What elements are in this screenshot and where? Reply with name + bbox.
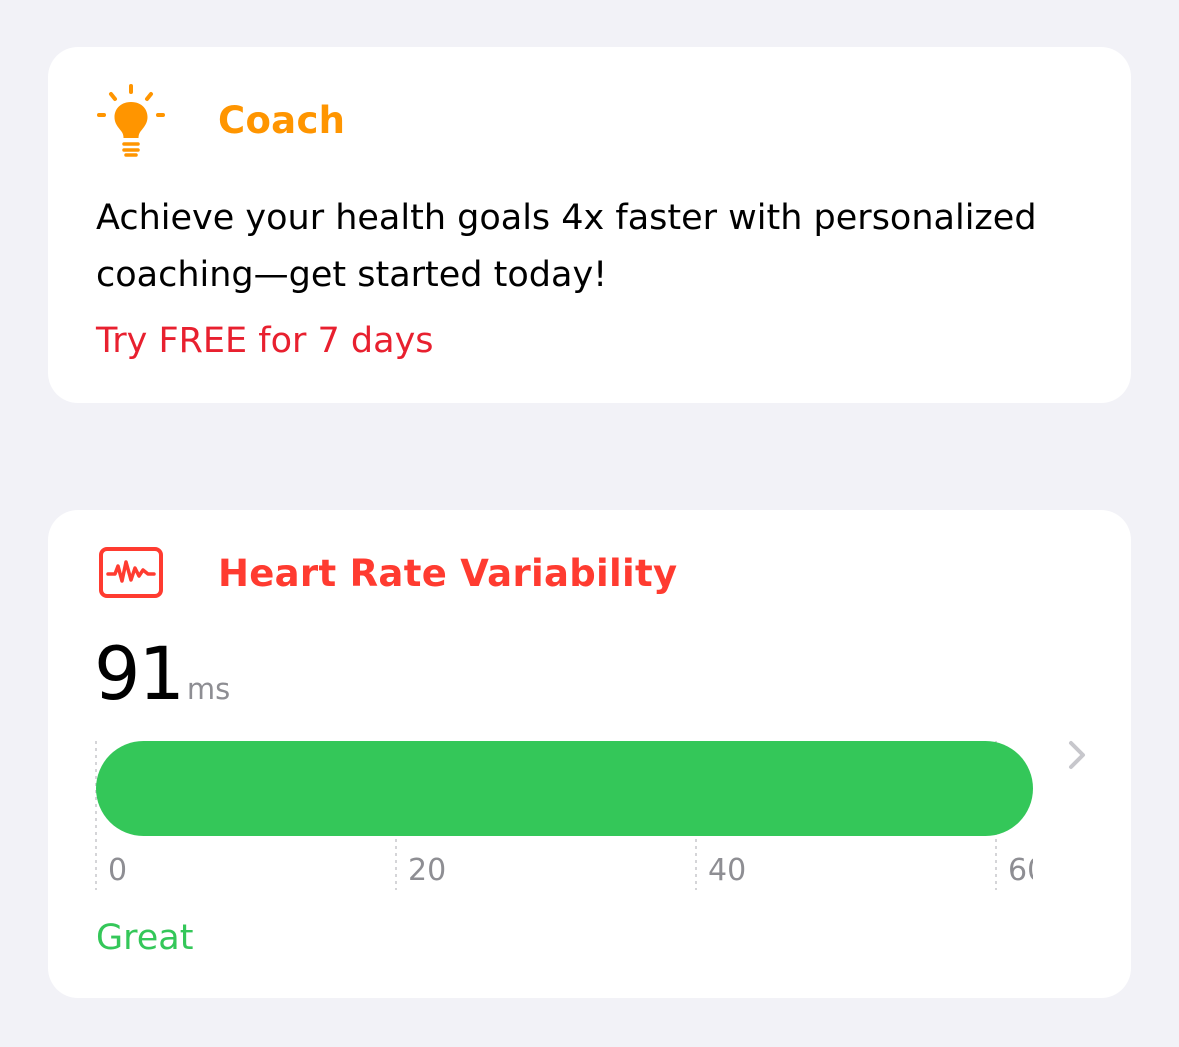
hrv-unit: ms (186, 672, 231, 706)
x-tick-label-20: 20 (408, 853, 446, 888)
x-tick-label-40: 40 (708, 853, 746, 888)
coach-title: Coach (218, 99, 346, 142)
hrv-status: Great (96, 918, 194, 958)
hrv-reading: 91 ms (94, 632, 230, 717)
coach-message: Achieve your health goals 4x faster with… (96, 198, 1037, 295)
coach-card[interactable]: Coach Achieve your health goals 4x faste… (48, 47, 1131, 403)
waveform-icon (99, 547, 163, 598)
hrv-value: 91 (94, 632, 185, 717)
hrv-title: Heart Rate Variability (218, 552, 678, 595)
free-trial-link[interactable]: Try FREE for 7 days (96, 321, 434, 361)
hrv-card[interactable]: Heart Rate Variability 91 ms 0 20 40 60 Grea… (48, 510, 1131, 998)
hrv-range-chart: 0 20 40 60 (95, 741, 1046, 890)
x-tick-label-0: 0 (108, 853, 127, 888)
chevron-right-icon[interactable] (1056, 736, 1096, 776)
lightbulb-icon (97, 84, 165, 157)
hrv-bar (96, 741, 1033, 836)
x-tick-label-60: 60 (1008, 853, 1046, 888)
